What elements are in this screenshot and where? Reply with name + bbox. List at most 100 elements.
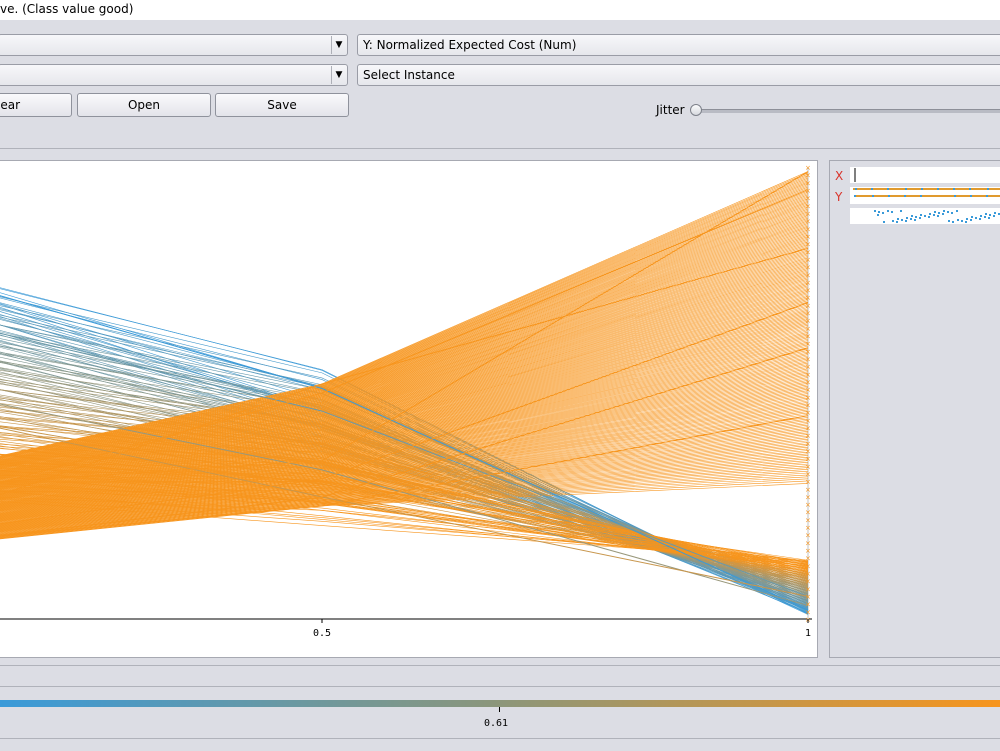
jitter-slider-knob[interactable] (690, 104, 702, 116)
strip-point (879, 188, 881, 190)
strip-point (913, 188, 915, 190)
strip-point (991, 188, 993, 190)
strip-point (967, 188, 969, 190)
strip-point (971, 188, 973, 190)
select-instance[interactable]: Select Instance (357, 64, 1000, 86)
strip-point (905, 188, 907, 190)
strip-point (947, 188, 949, 190)
strip-point (966, 195, 968, 197)
strip-point (870, 195, 872, 197)
strip-point (896, 221, 898, 223)
chevron-down-icon[interactable]: ▼ (331, 36, 346, 54)
strip-point (942, 195, 944, 197)
strip-point (875, 188, 877, 190)
strip-point (915, 188, 917, 190)
strip-point (907, 188, 909, 190)
strip-point (952, 195, 954, 197)
strip-point (977, 188, 979, 190)
strip-point (950, 195, 952, 197)
strip-point (859, 188, 861, 190)
strip-point (944, 195, 946, 197)
strip-point (955, 188, 957, 190)
strip-point (975, 188, 977, 190)
strip-point (973, 188, 975, 190)
strip-point (979, 218, 981, 220)
strip-point (993, 215, 995, 217)
colour-select[interactable]: ▼ (0, 64, 348, 86)
strip-point (920, 195, 922, 197)
strip-point (970, 219, 972, 221)
strip-point (862, 195, 864, 197)
save-button[interactable]: Save (215, 93, 349, 117)
chevron-down-icon[interactable]: ▼ (331, 66, 346, 84)
strip-point (981, 188, 983, 190)
strip-point (878, 195, 880, 197)
strip-point (924, 195, 926, 197)
strip-point (997, 188, 999, 190)
strip-point (934, 211, 936, 213)
strip-point (980, 195, 982, 197)
strip-point (893, 188, 895, 190)
strip-point (919, 217, 921, 219)
strip-point (939, 188, 941, 190)
strip-point (920, 214, 922, 216)
x-axis-select[interactable]: ▼ (0, 34, 348, 56)
strip-point (911, 215, 913, 217)
strip-point (930, 195, 932, 197)
window-title: ve. (Class value good) (0, 2, 134, 16)
strip-point (946, 195, 948, 197)
strip-point (961, 220, 963, 222)
strip-point (917, 188, 919, 190)
strip-point (976, 195, 978, 197)
strip-point (925, 188, 927, 190)
strip-point (986, 195, 988, 197)
jitter-slider[interactable] (696, 109, 1000, 113)
strip-point (898, 195, 900, 197)
strip-point (938, 212, 940, 214)
y-axis-select[interactable]: Y: Normalized Expected Cost (Num) (357, 34, 1000, 56)
strip-point (948, 220, 950, 222)
strip-point (990, 195, 992, 197)
strip-point (904, 195, 906, 197)
class-colour-gradient (0, 700, 1000, 707)
strip-point (884, 195, 886, 197)
strip-point (952, 221, 954, 223)
strip-point (994, 195, 996, 197)
strip-point (934, 195, 936, 197)
strip-point (935, 188, 937, 190)
strip-point (872, 195, 874, 197)
x-attribute-strip[interactable] (850, 167, 1000, 183)
strip-point (936, 195, 938, 197)
strip-point (980, 215, 982, 217)
strip-point (974, 195, 976, 197)
strip-point (874, 210, 876, 212)
strip-point (853, 188, 855, 190)
strip-point (905, 220, 907, 222)
strip-point (886, 195, 888, 197)
strip-point (942, 213, 944, 215)
strip-point (915, 216, 917, 218)
strip-point (923, 188, 925, 190)
strip-point (996, 195, 998, 197)
strip-point (988, 217, 990, 219)
strip-point (878, 211, 880, 213)
y-attribute-strip[interactable] (850, 187, 1000, 204)
strip-point (969, 188, 971, 190)
strip-point (933, 214, 935, 216)
strip-point (958, 195, 960, 197)
strip-point (965, 188, 967, 190)
cost-curve-plot[interactable]: ××××××××××××××××××××××××××××××××××××××××… (0, 161, 818, 659)
clear-button[interactable]: lear (0, 93, 72, 117)
strip-point (897, 188, 899, 190)
strip-point (937, 215, 939, 217)
open-button[interactable]: Open (77, 93, 211, 117)
strip-point (867, 188, 869, 190)
strip-point (906, 195, 908, 197)
strip-point (994, 212, 996, 214)
plot-panel[interactable]: × × × × × × × × × × × × × × × × × × × × × × × × × × × × × × × × × × × × × × × ×… (0, 160, 818, 658)
class-attribute-strip[interactable] (850, 208, 1000, 224)
strip-point (854, 195, 856, 197)
strip-point (871, 188, 873, 190)
strip-point (912, 195, 914, 197)
strip-point (883, 188, 885, 190)
